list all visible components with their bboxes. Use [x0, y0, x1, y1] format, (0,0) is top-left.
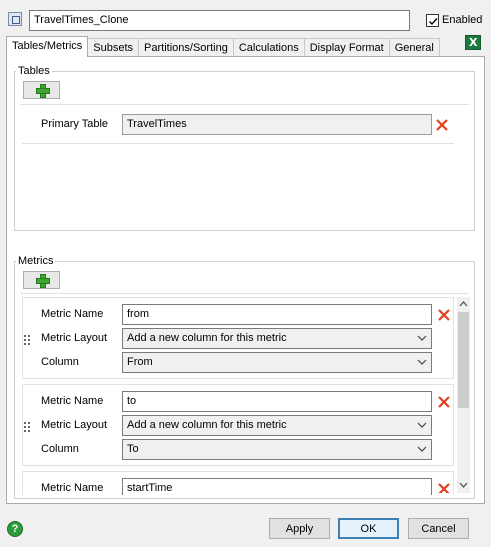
delete-icon[interactable]: [437, 395, 451, 409]
column-label: Column: [41, 443, 79, 455]
chevron-down-icon: [417, 446, 427, 452]
metric-layout-value: Add a new column for this metric: [127, 419, 287, 431]
delete-icon[interactable]: [437, 308, 451, 322]
column-value: From: [127, 356, 153, 368]
tab-display-format[interactable]: Display Format: [303, 38, 390, 57]
scrollbar-thumb[interactable]: [458, 312, 469, 408]
drag-grip-icon[interactable]: [24, 335, 30, 345]
metric-name-input[interactable]: startTime: [122, 478, 432, 495]
column-select[interactable]: From: [122, 352, 432, 373]
window-icon: [8, 12, 22, 26]
chevron-down-icon: [417, 359, 427, 365]
chevron-down-icon: [417, 335, 427, 341]
tables-divider: [20, 104, 469, 105]
metric-name-label: Metric Name: [41, 482, 104, 494]
metric-name-label: Metric Name: [41, 395, 104, 407]
metric-layout-label: Metric Layout: [41, 419, 108, 431]
delete-icon[interactable]: [437, 482, 451, 493]
tab-general[interactable]: General: [388, 38, 440, 57]
scroll-down-icon[interactable]: [458, 480, 469, 490]
ok-button[interactable]: OK: [338, 518, 399, 539]
metric-name-label: Metric Name: [41, 308, 104, 320]
column-value: To: [127, 443, 139, 455]
metrics-divider: [20, 293, 469, 294]
metric-layout-select[interactable]: Add a new column for this metric: [122, 328, 432, 349]
metric-name-input[interactable]: from: [122, 304, 432, 325]
excel-export-icon[interactable]: [465, 35, 481, 50]
help-icon[interactable]: ?: [7, 521, 23, 537]
primary-table-field[interactable]: TravelTimes: [122, 114, 432, 135]
metric-name-input[interactable]: to: [122, 391, 432, 412]
metrics-group-label: Metrics: [16, 255, 56, 267]
enabled-label: Enabled: [442, 14, 483, 26]
enabled-checkbox[interactable]: Enabled: [426, 12, 482, 28]
scroll-up-icon[interactable]: [458, 299, 469, 309]
tab-partitions-sorting[interactable]: Partitions/Sorting: [138, 38, 234, 57]
metric-layout-select[interactable]: Add a new column for this metric: [122, 415, 432, 436]
chevron-down-icon: [417, 422, 427, 428]
apply-button[interactable]: Apply: [269, 518, 330, 539]
column-select[interactable]: To: [122, 439, 432, 460]
drag-grip-icon[interactable]: [24, 422, 30, 432]
tables-group: [14, 71, 475, 231]
primary-table-label: Primary Table: [41, 118, 109, 130]
metric-layout-value: Add a new column for this metric: [127, 332, 287, 344]
checkbox-check-icon[interactable]: [426, 13, 439, 27]
tab-subsets[interactable]: Subsets: [87, 38, 140, 57]
column-label: Column: [41, 356, 79, 368]
name-input[interactable]: TravelTimes_Clone: [29, 10, 410, 31]
metric-layout-label: Metric Layout: [41, 332, 108, 344]
add-table-button[interactable]: [23, 81, 60, 99]
tab-tables-metrics[interactable]: Tables/Metrics: [6, 36, 89, 57]
add-metric-button[interactable]: [23, 271, 60, 289]
add-icon: [35, 274, 50, 288]
tab-calculations[interactable]: Calculations: [232, 38, 305, 57]
cancel-button[interactable]: Cancel: [408, 518, 469, 539]
add-icon: [35, 84, 50, 98]
delete-icon[interactable]: [435, 118, 449, 132]
tab-bar: Tables/Metrics Subsets Partitions/Sortin…: [6, 36, 440, 57]
tables-group-label: Tables: [16, 65, 52, 77]
